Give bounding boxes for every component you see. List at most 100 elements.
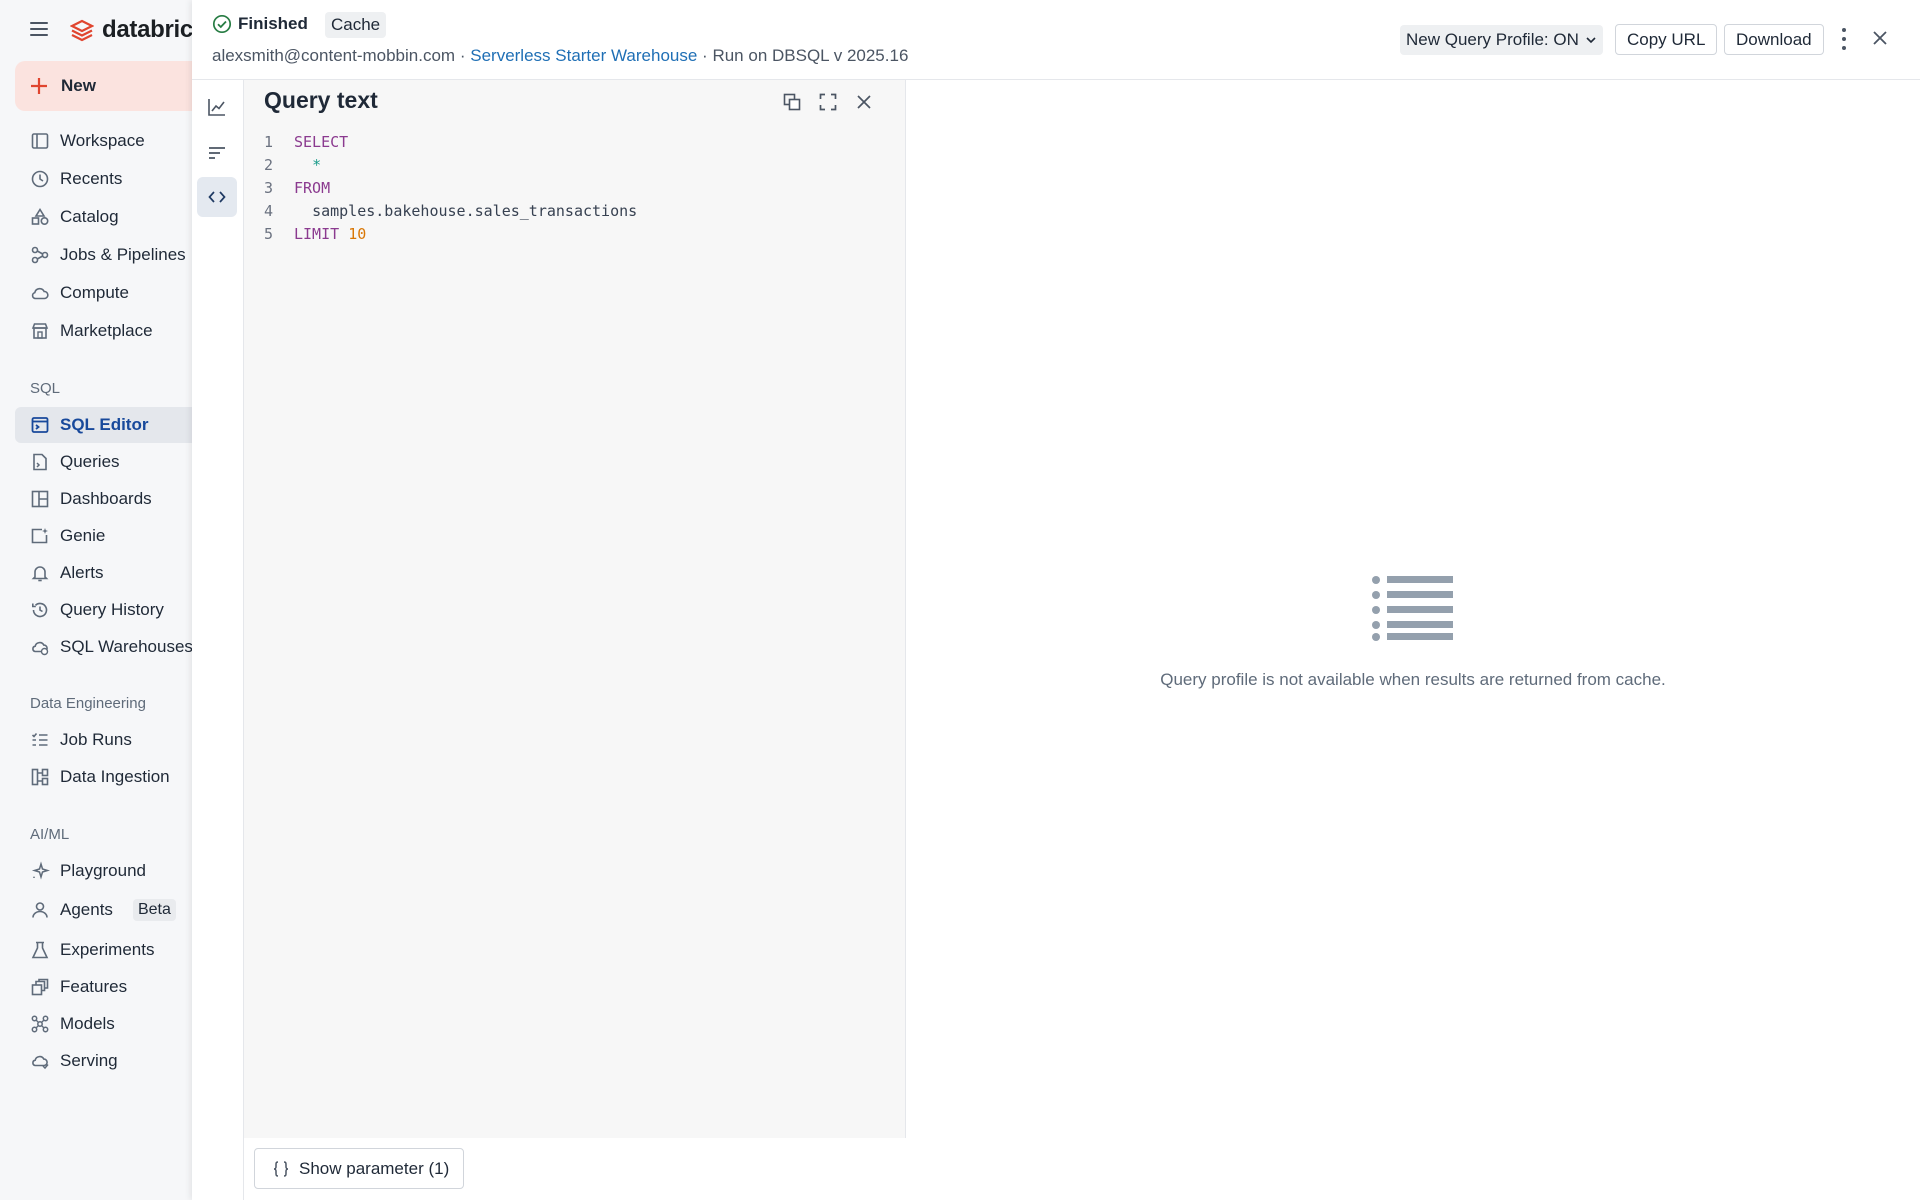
panel-tool-rail (192, 80, 244, 1200)
clock-icon (31, 170, 49, 188)
sidebar-item-playground[interactable]: Playground (15, 853, 205, 889)
sql-editor-icon (31, 417, 49, 433)
plus-icon (31, 78, 47, 94)
chevron-down-icon (1586, 37, 1596, 44)
genie-icon (31, 528, 48, 544)
sidebar-item-data-ingestion[interactable]: Data Ingestion (15, 759, 205, 795)
sidebar-item-dashboards[interactable]: Dashboards (15, 481, 205, 517)
query-profile-toggle[interactable]: New Query Profile: ON (1400, 25, 1603, 55)
dashboard-icon (31, 490, 49, 508)
line-chart-icon (208, 99, 225, 116)
run-info: Run on DBSQL v 2025.16 (712, 46, 909, 65)
sidebar-item-serving[interactable]: Serving (15, 1043, 205, 1079)
check-circle-icon (212, 14, 232, 34)
sidebar-item-label: Jobs & Pipelines (60, 245, 186, 264)
sidebar-item-alerts[interactable]: Alerts (15, 555, 205, 591)
sidebar-item-recents[interactable]: Recents (15, 161, 205, 197)
new-button-label: New (61, 76, 96, 95)
section-label-ai-ml: AI/ML (30, 826, 70, 843)
sidebar-item-sql-editor[interactable]: SQL Editor (15, 407, 205, 443)
section-label-sql: SQL (30, 380, 61, 397)
sidebar-item-label: Models (60, 1014, 115, 1033)
sidebar-item-sql-warehouses[interactable]: SQL Warehouses (15, 629, 205, 665)
sidebar-item-label: Catalog (60, 207, 119, 226)
workspace-icon (31, 133, 49, 149)
agent-icon (32, 902, 48, 918)
sidebar-item-models[interactable]: Models (15, 1006, 205, 1042)
features-icon (31, 978, 49, 996)
sidebar-item-label: Features (60, 977, 128, 996)
sidebar-item-genie[interactable]: Genie (15, 518, 205, 554)
braces-icon (273, 1160, 289, 1177)
sidebar-item-label: Workspace (60, 131, 145, 150)
sidebar-item-label: SQL Warehouses (60, 637, 193, 656)
sidebar-item-label: Serving (60, 1051, 118, 1070)
sidebar-item-catalog[interactable]: Catalog (15, 199, 205, 235)
panel-header: Finished Cache alexsmith@content-mobbin.… (192, 0, 1920, 80)
copy-url-button[interactable]: Copy URL (1615, 24, 1718, 55)
sidebar-item-label: Playground (60, 861, 147, 880)
store-icon (31, 323, 49, 339)
status-label: Finished (238, 14, 308, 33)
sidebar-item-queries[interactable]: Queries (15, 444, 205, 480)
sidebar-item-label: Query History (60, 600, 164, 619)
jobs-icon (31, 246, 49, 264)
profile-toggle-label: New Query Profile: ON (1406, 30, 1579, 49)
line-number: 4 (264, 202, 274, 220)
sidebar-item-label: SQL Editor (60, 415, 149, 434)
panel-title: Query text (264, 87, 378, 113)
left-navigation: databricks New Workspace Recents Catalog… (0, 0, 219, 1200)
meta-separator: · (702, 46, 708, 65)
copy-icon[interactable] (780, 90, 804, 114)
flask-icon (31, 941, 49, 959)
beta-badge: Beta (132, 899, 176, 921)
metrics-tab[interactable] (197, 87, 237, 127)
sort-lines-icon (209, 147, 225, 159)
line-number: 5 (264, 225, 274, 243)
show-parameter-button[interactable]: Show parameter (1) (254, 1148, 465, 1189)
bell-icon (31, 566, 49, 582)
sidebar-item-label: Job Runs (60, 730, 132, 749)
sparkle-icon (31, 861, 50, 880)
sidebar-item-jobs-pipelines[interactable]: Jobs & Pipelines (15, 237, 205, 273)
keyword-select: SELECT (294, 133, 349, 151)
sidebar-item-workspace[interactable]: Workspace (15, 123, 205, 159)
ingestion-icon (31, 768, 49, 786)
user-email: alexsmith@content-mobbin.com (212, 46, 456, 65)
menu-icon[interactable] (28, 19, 52, 39)
download-button[interactable]: Download (1724, 24, 1824, 55)
line-number: 2 (264, 156, 274, 174)
sidebar-item-label: Compute (60, 283, 129, 302)
code-line: 5 LIMIT 10 (264, 223, 637, 246)
warehouse-link[interactable]: Serverless Starter Warehouse (470, 46, 697, 65)
databricks-logo-icon (70, 19, 94, 42)
sidebar-item-label: Alerts (60, 563, 104, 582)
top-bar: databricks (0, 0, 219, 60)
sidebar-item-job-runs[interactable]: Job Runs (15, 722, 205, 758)
sidebar-item-label: Marketplace (60, 321, 153, 340)
close-panel-icon[interactable] (1870, 28, 1890, 48)
new-button[interactable]: New (15, 61, 205, 111)
more-options-icon[interactable] (1838, 26, 1850, 52)
catalog-icon (31, 207, 49, 226)
query-meta: alexsmith@content-mobbin.com · Serverles… (212, 46, 908, 66)
close-query-text-icon[interactable] (852, 90, 876, 114)
sidebar-item-features[interactable]: Features (15, 969, 205, 1005)
sidebar-item-marketplace[interactable]: Marketplace (15, 313, 205, 349)
sidebar-item-compute[interactable]: Compute (15, 275, 205, 311)
operators-tab[interactable] (197, 133, 237, 173)
code-icon (208, 191, 226, 203)
sidebar-item-experiments[interactable]: Experiments (15, 932, 205, 968)
sidebar-item-label: Queries (60, 452, 120, 471)
sidebar-item-query-history[interactable]: Query History (15, 592, 205, 628)
section-label-data-engineering: Data Engineering (30, 695, 146, 712)
empty-state-message: Query profile is not available when resu… (1160, 670, 1666, 689)
sidebar-item-agents[interactable]: Agents Beta (15, 892, 205, 928)
query-text-tab[interactable] (197, 177, 237, 217)
sidebar-item-label: Genie (60, 526, 106, 545)
code-editor[interactable]: 1 SELECT 2 * 3 FROM 4 samples.bakehouse.… (264, 131, 637, 246)
list-icon (1372, 576, 1453, 641)
expand-icon[interactable] (816, 90, 840, 114)
query-profile-panel: Finished Cache alexsmith@content-mobbin.… (192, 0, 1920, 1200)
code-line: 1 SELECT (264, 131, 637, 154)
